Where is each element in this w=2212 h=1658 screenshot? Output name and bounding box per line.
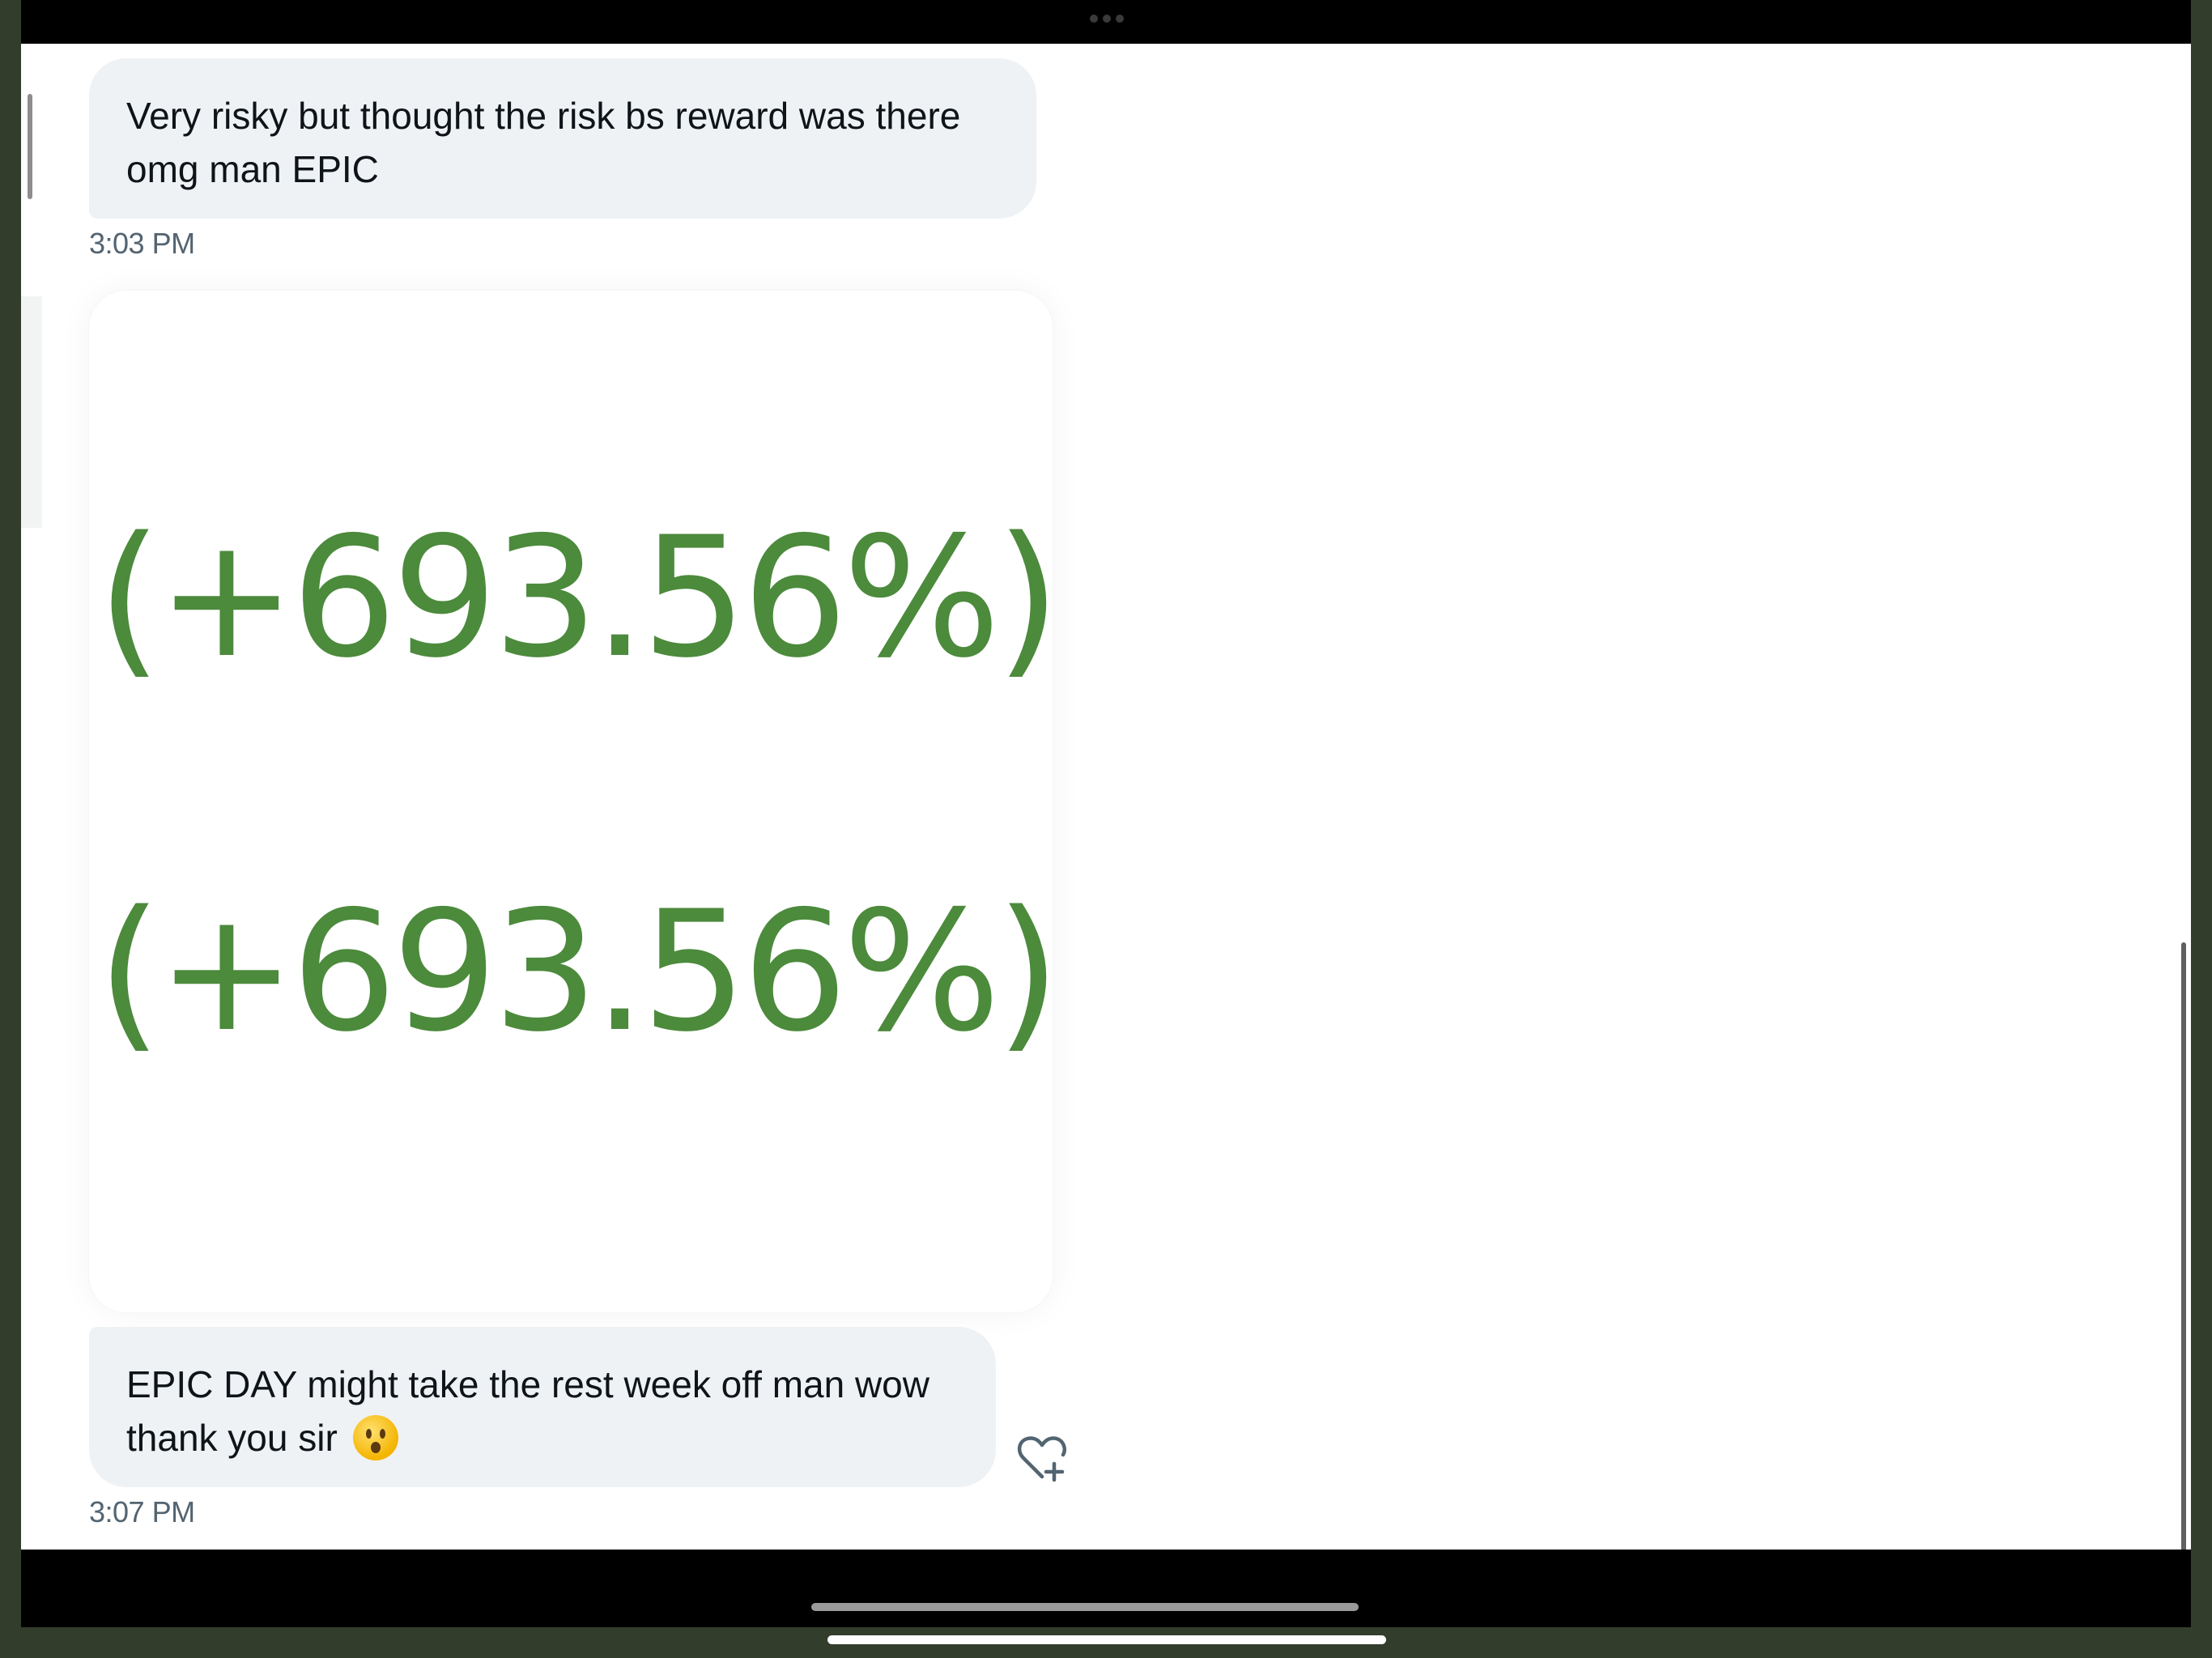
three-dots-icon[interactable] bbox=[1090, 15, 1124, 23]
message-text: Very risky but thought the risk bs rewar… bbox=[126, 95, 961, 190]
message-text-content: EPIC DAY might take the rest week off ma… bbox=[126, 1363, 929, 1459]
message-timestamp: 3:07 PM bbox=[89, 1495, 195, 1528]
heart-plus-icon[interactable] bbox=[1014, 1430, 1070, 1486]
gain-percentage-text: (+693.56%) bbox=[97, 502, 1053, 695]
home-indicator[interactable] bbox=[811, 1603, 1359, 1611]
device-frame: Very risky but thought the risk bs rewar… bbox=[21, 0, 2191, 1627]
image-attachment[interactable]: (+693.56%) (+693.56%) bbox=[89, 291, 1053, 1312]
sidebar-scroll-indicator[interactable] bbox=[28, 94, 32, 199]
message-timestamp: 3:03 PM bbox=[89, 227, 195, 260]
top-status-bar bbox=[21, 0, 2191, 44]
astonished-face-emoji bbox=[352, 1414, 398, 1460]
gain-percentage-text: (+693.56%) bbox=[97, 876, 1053, 1069]
sidebar-edge bbox=[21, 296, 42, 528]
message-bubble[interactable]: Very risky but thought the risk bs rewar… bbox=[89, 58, 1036, 219]
home-indicator-outer[interactable] bbox=[827, 1635, 1386, 1644]
dm-conversation[interactable]: Very risky but thought the risk bs rewar… bbox=[21, 44, 2191, 1550]
bottom-bar bbox=[21, 1550, 2191, 1627]
message-bubble[interactable]: EPIC DAY might take the rest week off ma… bbox=[89, 1327, 996, 1487]
conversation-scrollbar[interactable] bbox=[2181, 942, 2186, 1550]
message-text: EPIC DAY might take the rest week off ma… bbox=[126, 1358, 959, 1465]
